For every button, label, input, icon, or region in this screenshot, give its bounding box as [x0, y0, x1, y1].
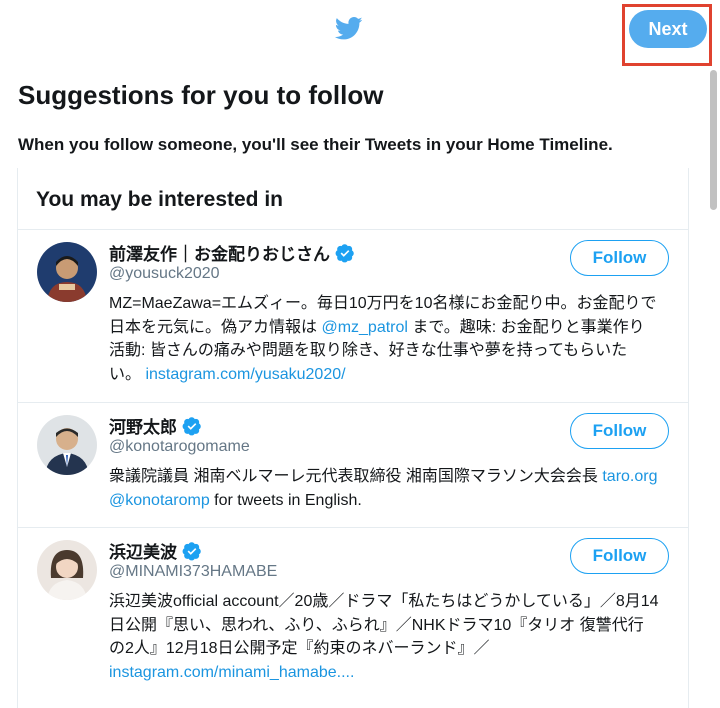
avatar[interactable]: [37, 242, 97, 302]
mention-link[interactable]: @konotaromp: [109, 492, 210, 509]
user-bio: MZ=MaeZawa=エムズィー。毎日10万円を10名様にお金配り中。お金配りで…: [109, 295, 657, 383]
next-button[interactable]: Next: [629, 10, 707, 48]
user-bio: 浜辺美波official account／20歳／ドラマ「私たちはどうかしている…: [109, 593, 659, 681]
user-name[interactable]: 河野太郎: [109, 413, 177, 438]
verified-badge-icon: [182, 541, 201, 560]
user-bio: 衆議院議員 湘南ベルマーレ元代表取締役 湘南国際マラソン大会会長 taro.or…: [109, 468, 658, 509]
user-suggestion[interactable]: 河野太郎 @konotarogomame Follow 衆議院議員 湘南ベルマー…: [18, 403, 688, 527]
user-suggestion[interactable]: 前澤友作｜お金配りおじさん @yousuck2020 Follow MZ=Mae…: [18, 230, 688, 402]
user-handle: @konotarogomame: [109, 438, 250, 455]
url-link[interactable]: instagram.com/yusaku2020/: [145, 366, 345, 383]
user-name[interactable]: 浜辺美波: [109, 538, 177, 563]
url-link[interactable]: instagram.com/minami_hamabe....: [109, 664, 354, 681]
verified-badge-icon: [182, 416, 201, 435]
follow-button[interactable]: Follow: [570, 240, 669, 276]
user-handle: @yousuck2020: [109, 265, 220, 282]
top-bar: Next: [0, 0, 720, 66]
suggestions-panel: You may be interested in 前澤友作｜お金配りおじさん @…: [17, 168, 689, 708]
mention-link[interactable]: @mz_patrol: [321, 319, 408, 336]
section-title: You may be interested in: [36, 188, 284, 211]
user-name[interactable]: 前澤友作｜お金配りおじさん: [109, 240, 330, 265]
avatar[interactable]: [37, 540, 97, 600]
url-link[interactable]: taro.org: [602, 468, 657, 485]
scrollbar-thumb[interactable]: [710, 70, 717, 210]
follow-button[interactable]: Follow: [570, 413, 669, 449]
user-handle: @MINAMI373HAMABE: [109, 563, 278, 580]
follow-button[interactable]: Follow: [570, 538, 669, 574]
user-suggestion[interactable]: 浜辺美波 @MINAMI373HAMABE Follow 浜辺美波officia…: [18, 528, 688, 698]
verified-badge-icon: [335, 243, 354, 262]
page-title: Suggestions for you to follow: [18, 80, 384, 110]
twitter-bird-icon: [334, 17, 363, 40]
page-subtitle: When you follow someone, you'll see thei…: [18, 135, 613, 154]
avatar[interactable]: [37, 415, 97, 475]
